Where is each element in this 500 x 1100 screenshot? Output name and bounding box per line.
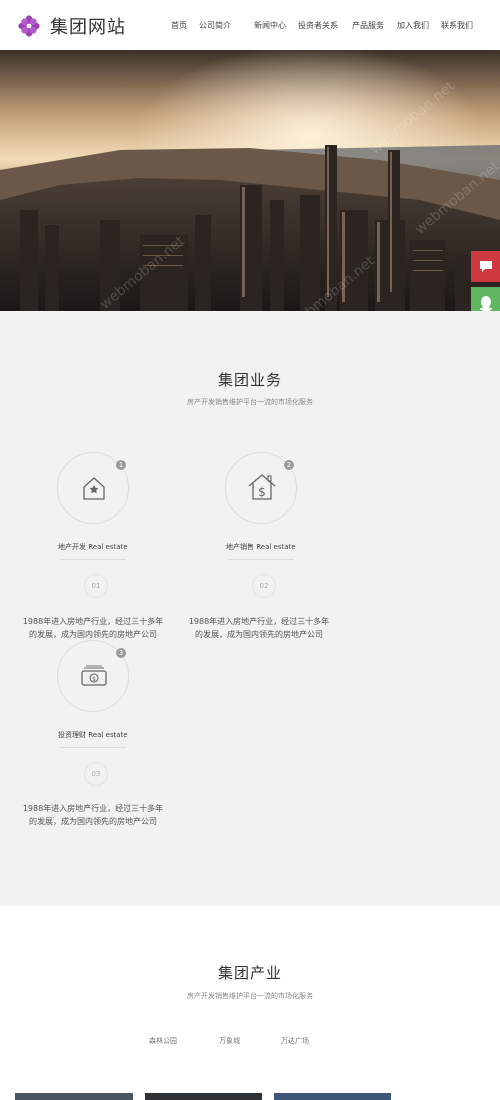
number-badge: 2 (284, 460, 294, 470)
tab-wanda-plaza[interactable]: 万达广场 (281, 1036, 309, 1046)
card-title: 地产开发 Real estate (58, 543, 128, 551)
section-title: 集团业务 (217, 371, 282, 389)
nav-products[interactable]: 产品服务 (352, 20, 384, 31)
project-image[interactable] (145, 1093, 262, 1100)
divider (60, 559, 126, 560)
industry-section: 集团产业 房产开发销售维护平台一流的市场化服务 森林公园 万象城 万达广场 (0, 906, 500, 1100)
divider (60, 747, 126, 748)
tab-mixc[interactable]: 万象城 (219, 1036, 240, 1046)
card-number: 03 (84, 762, 108, 786)
city-skyline-image (0, 50, 500, 311)
card-description: 1988年进入房地产行业，经过三十多年 的发展，成为国内领先的房地产公司 (188, 617, 330, 639)
nav-home[interactable]: 首页 (171, 20, 187, 31)
money-icon: $ (81, 665, 107, 686)
section-subtitle: 房产开发销售维护平台一流的市场化服务 (187, 398, 313, 406)
site-header: 集团网站 首页 公司简介 新闻中心 投资者关系 产品服务 加入我们 联系我们 (0, 0, 500, 50)
number-badge: 3 (116, 648, 126, 658)
section-title: 集团产业 (217, 964, 282, 982)
nav-about[interactable]: 公司简介 (199, 20, 231, 31)
card-number: 01 (84, 574, 108, 598)
nav-contact[interactable]: 联系我们 (441, 20, 473, 31)
tab-forest-park[interactable]: 森林公园 (149, 1036, 177, 1046)
flower-logo-icon (18, 15, 40, 37)
nav-join[interactable]: 加入我们 (397, 20, 429, 31)
chat-bubble-icon (479, 260, 492, 272)
logo-text: 集团网站 (50, 17, 126, 38)
number-badge: 1 (116, 460, 126, 470)
house-dollar-icon: $ (248, 474, 276, 500)
card-title: 地产销售 Real estate (226, 543, 296, 551)
card-number: 02 (252, 574, 276, 598)
house-star-icon (83, 477, 105, 500)
divider (228, 559, 294, 560)
card-description: 1988年进入房地产行业，经过三十多年 的发展，成为国内领先的房地产公司 (22, 804, 164, 826)
business-section: 集团业务 房产开发销售维护平台一流的市场化服务 1 地产开发 Real esta… (0, 311, 500, 906)
logo[interactable]: 集团网站 (18, 13, 126, 39)
section-subtitle: 房产开发销售维护平台一流的市场化服务 (187, 992, 313, 1000)
hero-banner: webmoban.net webmoban.net webmoban.net w… (0, 50, 500, 311)
project-image[interactable] (15, 1093, 133, 1100)
message-button[interactable] (471, 251, 500, 282)
card-description: 1988年进入房地产行业，经过三十多年 的发展，成为国内领先的房地产公司 (22, 617, 164, 639)
nav-investors[interactable]: 投资者关系 (298, 20, 338, 31)
card-title: 投资理财 Real estate (58, 731, 128, 739)
nav-news[interactable]: 新闻中心 (254, 20, 286, 31)
svg-text:$: $ (92, 676, 96, 683)
project-image[interactable] (274, 1093, 391, 1100)
svg-text:$: $ (258, 485, 266, 499)
qq-penguin-icon (479, 295, 492, 311)
